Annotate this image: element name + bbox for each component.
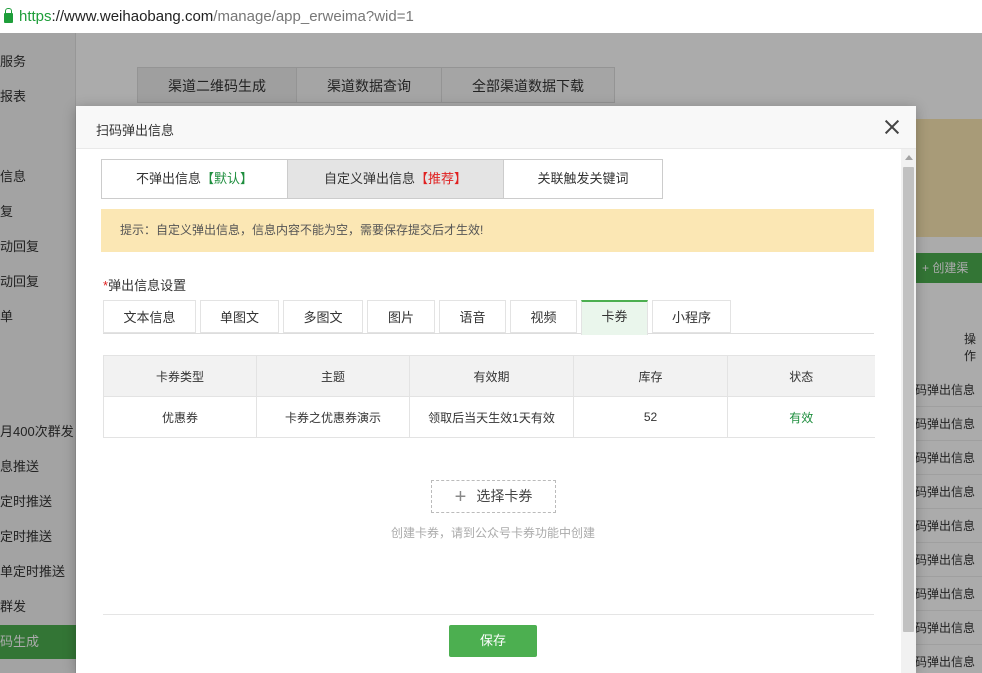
plus-icon: + [454,486,467,508]
create-coupon-hint: 创建卡券，请到公众号卡券功能中创建 [390,526,595,540]
tab-custom-popup[interactable]: 自定义弹出信息【推荐】 [288,160,504,198]
tab-text[interactable]: 文本信息 [103,300,196,333]
tab-single-article[interactable]: 单图文 [200,300,279,333]
dialog-header: 扫码弹出信息 [76,106,916,149]
tab-label: 不弹出信息 [135,171,201,186]
coupon-title-cell: 卡券之优惠券演示 [256,396,410,438]
coupon-validity-cell: 领取后当天生效1天有效 [409,396,574,438]
dialog-title: 扫码弹出信息 [96,123,175,138]
tab-no-popup[interactable]: 不弹出信息【默认】 [102,160,288,198]
coupon-stock-cell: 52 [573,396,728,438]
select-coupon-button[interactable]: + 选择卡券 [431,480,556,513]
recommended-tag: 【推荐】 [415,171,468,186]
close-icon[interactable] [884,119,900,135]
url-scheme: https [19,8,52,25]
tab-label: 关联触发关键词 [537,171,629,186]
address-bar[interactable]: https://www.weihaobang.com/manage/app_er… [0,0,982,33]
lock-icon [4,7,13,23]
dialog-scrollbar[interactable] [901,149,916,673]
tab-image[interactable]: 图片 [367,300,435,333]
save-button[interactable]: 保存 [449,625,537,657]
scrollbar-thumb[interactable] [903,167,914,632]
url-path: /manage/app_erweima?wid=1 [213,8,414,25]
tab-video[interactable]: 视频 [510,300,577,333]
table-row[interactable]: 优惠券 卡券之优惠券演示 领取后当天生效1天有效 52 有效 [103,396,875,438]
default-tag: 【默认】 [201,171,254,186]
coupon-status-cell: 有效 [727,396,875,438]
scroll-up-arrow-icon[interactable] [905,155,913,160]
column-header: 主题 [256,355,410,397]
coupon-type-cell: 优惠券 [103,396,257,438]
table-header-row: 卡券类型 主题 有效期 库存 状态 [103,355,875,397]
section-label: *弹出信息设置 [103,275,186,294]
select-coupon-label: 选择卡券 [476,488,533,504]
tab-coupon[interactable]: 卡券 [581,300,648,335]
footer-divider [103,614,874,615]
popup-mode-tabs: 不弹出信息【默认】 自定义弹出信息【推荐】 关联触发关键词 [101,159,663,199]
coupon-table: 卡券类型 主题 有效期 库存 状态 优惠券 卡券之优惠券演示 领取后当天生效1天… [103,355,875,438]
tab-voice[interactable]: 语音 [439,300,506,333]
column-header: 状态 [727,355,875,397]
message-type-tabs: 文本信息 单图文 多图文 图片 语音 视频 卡券 小程序 [103,300,874,335]
tab-mini-program[interactable]: 小程序 [652,300,731,333]
tab-multi-article[interactable]: 多图文 [283,300,363,333]
section-label-text: 弹出信息设置 [108,278,187,293]
url-host: ://www.weihaobang.com [51,8,214,25]
popup-info-dialog: 扫码弹出信息 不弹出信息【默认】 自定义弹出信息【推荐】 关联触发关键词 提示：… [76,106,916,673]
column-header: 有效期 [409,355,574,397]
column-header: 卡券类型 [103,355,257,397]
column-header: 库存 [573,355,728,397]
tab-label: 自定义弹出信息 [323,171,415,186]
tab-keyword-trigger[interactable]: 关联触发关键词 [504,160,662,198]
tip-banner: 提示：自定义弹出信息，信息内容不能为空，需要保存提交后才生效! [101,209,874,252]
